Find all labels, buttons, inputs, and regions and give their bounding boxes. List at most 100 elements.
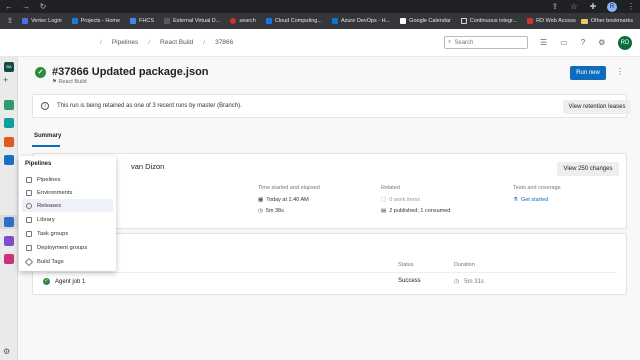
tag-icon [24, 257, 34, 266]
menu-item-build-tags[interactable]: Build Tags [22, 255, 113, 268]
extensions-icon[interactable]: ✚ [588, 2, 598, 11]
star-icon[interactable]: ☆ [569, 2, 579, 11]
job-name: Agent job 1 [55, 278, 86, 285]
test-plans-icon[interactable] [4, 236, 14, 246]
pipelines-icon[interactable] [4, 217, 14, 227]
avatar[interactable]: RD [618, 36, 632, 50]
flask-icon: ⚗ [513, 197, 518, 203]
bookmark-favicon-icon [22, 18, 29, 24]
apps-icon[interactable]: ⣿ [3, 18, 17, 24]
browser-nav: ← → ↻ ⇪ ☆ ✚ R ⋮ [0, 0, 640, 13]
menu-item-library[interactable]: Library [22, 213, 113, 226]
bookmark[interactable]: RD Web Access [522, 18, 581, 24]
work-items-value: 0 work items [389, 197, 421, 203]
flyout-title: Pipelines [25, 161, 52, 167]
bookmark-favicon-icon [331, 18, 338, 24]
profile-avatar[interactable]: R [607, 1, 617, 12]
breadcrumb-separator: / [148, 39, 151, 46]
work-item-icon: ▢ [381, 197, 387, 203]
header-icons: ☰ ▭ ? ⚙ [540, 38, 605, 47]
page-title: #37866 Updated package.json [52, 66, 209, 78]
reload-icon[interactable]: ↻ [38, 2, 48, 11]
menu-item-label: Releases [37, 202, 62, 209]
duration-header: Duration [454, 262, 475, 268]
menu-item-environments[interactable]: Environments [22, 186, 113, 199]
clock-icon: ◷ [454, 279, 460, 285]
breadcrumb-separator: / [100, 39, 102, 46]
get-started-label: Get started [520, 197, 549, 203]
bookmark-label: Azure DevOps - H... [340, 18, 391, 24]
menu-item-deployment-groups[interactable]: Deployment groups [22, 241, 113, 254]
marketplace-icon[interactable]: ▭ [560, 38, 568, 47]
boards-icon[interactable] [4, 118, 14, 128]
repos-icon[interactable] [4, 137, 14, 147]
run-new-button[interactable]: Run new [570, 66, 606, 80]
settings-icon[interactable]: ⚙ [3, 347, 10, 356]
get-started-link[interactable]: ⚗ Get started [513, 197, 561, 203]
back-icon[interactable]: ← [4, 2, 14, 11]
menu-item-pipelines[interactable]: Pipelines [22, 173, 113, 186]
bookmark[interactable]: Vertec Login [17, 18, 67, 24]
bookmark[interactable]: Continuous integr... [456, 18, 522, 24]
bookmark-favicon-icon [130, 18, 137, 24]
overview-icon[interactable] [4, 100, 14, 110]
menu-item-label: Deployment groups [37, 244, 88, 251]
divider [47, 272, 617, 273]
share-icon[interactable]: ⇪ [550, 2, 560, 11]
other-bookmarks-label: Other bookmarks [590, 18, 633, 24]
bookmark-label: Continuous integr... [469, 18, 518, 24]
search-icon: ⌕ [448, 39, 452, 45]
folder-icon [580, 18, 588, 24]
related-header: Related [381, 185, 400, 191]
view-changes-button[interactable]: View 250 changes [557, 162, 619, 176]
pipelines-icon [26, 176, 32, 183]
bookmark-label: Projects - Home [80, 18, 121, 24]
artifacts-icon[interactable] [4, 254, 14, 264]
elapsed-value: 5m 38s [265, 208, 284, 214]
calendar-icon: ▦ [258, 197, 264, 203]
list-icon[interactable]: ☰ [540, 38, 547, 47]
menu-icon[interactable]: ⋮ [626, 2, 636, 11]
environments-icon [26, 189, 32, 196]
search-placeholder: Search [454, 39, 474, 46]
summary-card: van Dizon View 250 changes Time started … [32, 153, 627, 229]
breadcrumb-pipelines[interactable]: Pipelines [112, 39, 138, 46]
other-bookmarks[interactable]: Other bookmarks [580, 18, 637, 24]
triggered-by: van Dizon [131, 162, 165, 171]
pipeline-subtitle[interactable]: ⚑ React Build [52, 79, 87, 85]
breadcrumb: / Pipelines / React Build / 37866 [100, 39, 233, 46]
left-rail: BA + ⚙ [0, 57, 18, 360]
run-title: ✓ #37866 Updated package.json [35, 66, 209, 78]
time-header: Time started and elapsed [258, 185, 320, 191]
menu-item-releases[interactable]: Releases [22, 199, 113, 212]
menu-item-task-groups[interactable]: Task groups [22, 227, 113, 240]
bookmark[interactable]: Projects - Home [67, 18, 125, 24]
pipeline-name: React Build [58, 79, 87, 85]
view-retention-leases-button[interactable]: View retention leases [563, 100, 631, 114]
breadcrumb-react-build[interactable]: React Build [160, 39, 193, 46]
more-actions-icon[interactable]: ⋮ [616, 67, 624, 76]
add-icon[interactable]: + [3, 75, 8, 85]
artifacts-row[interactable]: ▤ 2 published; 1 consumed [381, 208, 450, 214]
more-icon[interactable] [4, 155, 14, 165]
breadcrumb-run[interactable]: 37866 [215, 39, 233, 46]
bookmark[interactable]: search [225, 18, 261, 24]
search-input[interactable]: ⌕ Search [444, 36, 528, 49]
bookmark[interactable]: Google Calendar [395, 18, 456, 24]
user-settings-icon[interactable]: ⚙ [598, 38, 605, 47]
tab-summary[interactable]: Summary [34, 133, 61, 139]
table-row[interactable]: ✓ Agent job 1 [43, 278, 85, 285]
bookmark[interactable]: FHCS [125, 18, 159, 24]
status-header: Status [398, 262, 414, 268]
task-groups-icon [26, 230, 32, 237]
bookmark[interactable]: Cloud Computing... [261, 18, 327, 24]
bookmark[interactable]: Azure DevOps - H... [327, 18, 395, 24]
jobs-card: Status Duration ✓ Agent job 1 Success ◷ 5… [32, 233, 627, 295]
deployment-groups-icon [26, 244, 32, 251]
org-badge[interactable]: BA [4, 62, 14, 72]
forward-icon[interactable]: → [21, 2, 31, 11]
help-icon[interactable]: ? [581, 38, 585, 47]
clock-icon: ◷ [258, 208, 263, 214]
bookmark[interactable]: External Virtual D... [159, 18, 225, 24]
bookmark-favicon-icon [400, 18, 407, 24]
